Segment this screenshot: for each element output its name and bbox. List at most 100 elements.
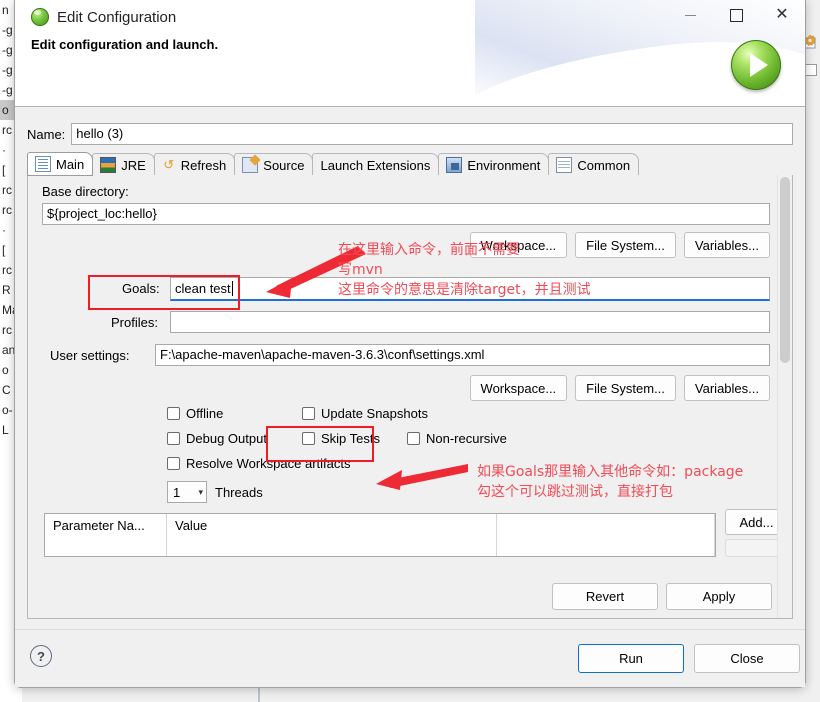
tab-jre-label: JRE [121, 157, 146, 173]
add-parameter-button[interactable]: Add... [725, 509, 778, 535]
checkbox-update-snapshots[interactable]: Update Snapshots [302, 406, 428, 421]
tab-source[interactable]: Source [234, 153, 314, 176]
checkbox-non-recursive-box[interactable] [407, 432, 420, 445]
question-mark-icon[interactable]: ? [30, 645, 52, 667]
user-settings-button-row: Workspace... File System... Variables... [469, 375, 770, 401]
maximize-button[interactable] [713, 0, 759, 30]
checkbox-resolve-workspace-artifacts-box[interactable] [167, 457, 180, 470]
dialog-title: Edit Configuration [57, 8, 177, 26]
tab-common-label: Common [577, 157, 631, 173]
text-caret [231, 281, 233, 296]
tab-common[interactable]: Common [548, 153, 640, 176]
environment-monitor-icon [446, 157, 463, 173]
profiles-input[interactable] [170, 311, 770, 333]
annotation-text-skip-tests-line1: 如果Goals那里输入其他命令如：package [477, 464, 744, 480]
checkbox-debug-output-label: Debug Output [186, 431, 267, 446]
tab-refresh-label: Refresh [180, 157, 227, 173]
parameter-value-header: Value [175, 518, 208, 533]
parameter-table-column-name[interactable]: Parameter Na... [45, 514, 167, 556]
file-system-button-2[interactable]: File System... [575, 375, 676, 401]
goals-label: Goals: [122, 281, 160, 296]
threads-value: 1 [173, 484, 181, 500]
main-tab-scrollbar[interactable] [777, 175, 792, 618]
parameter-secondary-button[interactable] [725, 539, 778, 557]
run-button[interactable]: Run [578, 644, 684, 673]
name-row: Name: hello (3) [27, 122, 793, 146]
threads-dropdown[interactable]: 1 ▾ [167, 481, 207, 503]
checkbox-debug-output-box[interactable] [167, 432, 180, 445]
variables-button-2[interactable]: Variables... [683, 375, 770, 401]
name-label: Name: [27, 126, 66, 142]
checkbox-skip-tests[interactable]: Skip Tests [302, 431, 380, 446]
dialog-header: Edit Configuration Edit configuration an… [15, 0, 805, 106]
scrollbar-thumb[interactable] [780, 177, 790, 363]
checkbox-offline[interactable]: Offline [167, 406, 223, 421]
variables-button-1[interactable]: Variables... [683, 232, 770, 258]
dialog-title-row: Edit Configuration [31, 5, 176, 29]
tab-launch-extensions[interactable]: Launch Extensions [312, 153, 440, 176]
name-input[interactable]: hello (3) [71, 123, 793, 145]
user-settings-label: User settings: [50, 348, 130, 363]
close-window-button[interactable]: ✕ [759, 0, 805, 30]
checkbox-skip-tests-label: Skip Tests [321, 431, 381, 446]
annotation-text-goals-meaning: 这里命令的意思是清除target，并且测试 [338, 282, 591, 298]
main-document-icon [35, 156, 51, 172]
maven-green-icon [31, 8, 49, 26]
source-pencil-icon [242, 157, 259, 173]
tab-source-label: Source [263, 157, 305, 173]
tab-main[interactable]: Main [27, 152, 94, 176]
close-icon: ✕ [775, 6, 789, 23]
annotation-text-goals-line1: 在这里输入命令，前面不需要 [338, 242, 520, 258]
profiles-label: Profiles: [111, 315, 158, 330]
revert-button[interactable]: Revert [552, 583, 658, 610]
annotation-text-goals-line2: 写mvn [338, 262, 383, 278]
tab-environment-label: Environment [467, 157, 541, 173]
parameter-table-column-filler [497, 514, 715, 556]
chevron-down-icon: ▾ [198, 486, 203, 497]
threads-row: 1 ▾ Threads [167, 481, 263, 503]
checkbox-resolve-workspace-artifacts[interactable]: Resolve Workspace artifacts [167, 456, 351, 471]
checkbox-offline-label: Offline [186, 406, 224, 421]
checkbox-update-snapshots-box[interactable] [302, 407, 315, 420]
tab-folder: Main JRE ↺ Refresh Source Launch Extensi… [27, 152, 793, 619]
green-play-icon [731, 40, 781, 90]
parameter-table[interactable]: Parameter Na... Value [44, 513, 716, 557]
base-directory-input[interactable]: ${project_loc:hello} [42, 203, 770, 225]
tab-environment[interactable]: Environment [438, 153, 550, 176]
footer-separator [15, 629, 805, 630]
jre-books-icon [100, 157, 117, 173]
checkbox-resolve-workspace-artifacts-label: Resolve Workspace artifacts [186, 456, 351, 471]
dialog-subtitle: Edit configuration and launch. [31, 37, 219, 52]
checkbox-skip-tests-box[interactable] [302, 432, 315, 445]
minimize-button[interactable] [667, 0, 713, 30]
workspace-button-2[interactable]: Workspace... [469, 375, 568, 401]
tab-launch-extensions-label: Launch Extensions [320, 157, 431, 173]
goals-input-value: clean test [175, 281, 231, 296]
base-directory-label: Base directory: [42, 184, 129, 199]
user-settings-input[interactable]: F:\apache-maven\apache-maven-3.6.3\conf\… [155, 344, 770, 366]
checkbox-offline-box[interactable] [167, 407, 180, 420]
checkbox-non-recursive-label: Non-recursive [426, 431, 507, 446]
maximize-icon [729, 8, 743, 22]
file-system-button-1[interactable]: File System... [575, 232, 676, 258]
minimize-icon [684, 14, 696, 16]
parameter-table-column-value[interactable]: Value [167, 514, 497, 556]
tab-main-label: Main [56, 156, 85, 172]
edit-configuration-dialog: Edit Configuration Edit configuration an… [14, 0, 806, 688]
threads-label: Threads [215, 484, 263, 500]
annotation-text-skip-tests: 如果Goals那里输入其他命令如：package 勾这个可以跳过测试，直接打包 [477, 462, 743, 502]
parameter-name-header: Parameter Na... [53, 518, 145, 533]
apply-button[interactable]: Apply [666, 583, 772, 610]
common-table-icon [556, 157, 573, 173]
tab-jre[interactable]: JRE [92, 153, 155, 176]
annotation-text-goals: 在这里输入命令，前面不需要 写mvn [338, 240, 520, 280]
tab-refresh[interactable]: ↺ Refresh [153, 153, 236, 176]
annotation-text-skip-tests-line2: 勾这个可以跳过测试，直接打包 [477, 484, 673, 500]
close-button[interactable]: Close [694, 644, 800, 673]
checkbox-debug-output[interactable]: Debug Output [167, 431, 267, 446]
dialog-body: Name: hello (3) Main JRE ↺ Refresh Sourc… [15, 107, 805, 687]
tab-strip: Main JRE ↺ Refresh Source Launch Extensi… [27, 152, 793, 177]
refresh-arrows-icon: ↺ [163, 157, 175, 172]
checkbox-non-recursive[interactable]: Non-recursive [407, 431, 507, 446]
checkbox-update-snapshots-label: Update Snapshots [321, 406, 428, 421]
